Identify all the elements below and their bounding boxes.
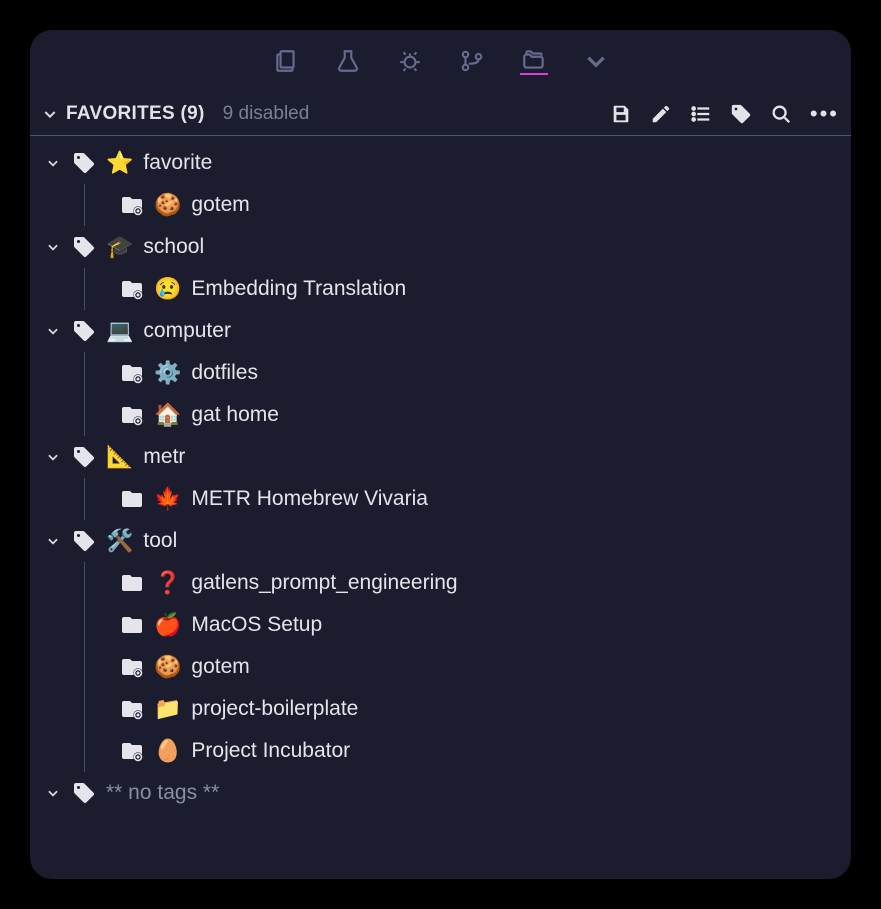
save-icon[interactable]	[610, 103, 632, 125]
section-title: FAVORITES (9)	[66, 103, 205, 125]
sidebar-panel: FAVORITES (9) 9 disabled ••• ⭐ favorite 🍪 g…	[30, 30, 851, 879]
collapse-tab-icon[interactable]	[582, 47, 610, 75]
project-emoji: 😢	[154, 278, 181, 300]
folder-icon	[120, 487, 144, 511]
search-icon[interactable]	[770, 103, 792, 125]
folders-tab-icon[interactable]	[520, 47, 548, 75]
folder-icon	[120, 739, 144, 763]
chevron-down-icon	[44, 156, 62, 170]
project-label: Embedding Translation	[191, 277, 406, 301]
chevron-down-icon	[44, 534, 62, 548]
tag-group-notags[interactable]: ** no tags **	[30, 772, 851, 814]
tag-emoji: 🛠️	[106, 530, 133, 552]
folder-icon	[120, 571, 144, 595]
folder-icon	[120, 613, 144, 637]
tag-icon	[72, 235, 96, 259]
project-emoji: 🏠	[154, 404, 181, 426]
project-emoji: 🥚	[154, 740, 181, 762]
tag-icon	[72, 781, 96, 805]
folder-icon	[120, 193, 144, 217]
section-chevron-icon[interactable]	[42, 106, 58, 122]
tag-label: computer	[143, 319, 231, 343]
project-label: METR Homebrew Vivaria	[191, 487, 428, 511]
project-emoji: 📁	[154, 698, 181, 720]
chevron-down-icon	[44, 324, 62, 338]
more-icon[interactable]: •••	[810, 101, 839, 127]
section-subtitle: 9 disabled	[223, 103, 310, 125]
folder-icon	[120, 277, 144, 301]
project-emoji: 🍁	[154, 488, 181, 510]
project-emoji: ❓	[154, 572, 181, 594]
project-label: dotfiles	[191, 361, 258, 385]
tag-group-school[interactable]: 🎓 school	[30, 226, 851, 268]
project-emoji: ⚙️	[154, 362, 181, 384]
project-item[interactable]: 🍎 MacOS Setup	[30, 604, 851, 646]
git-tab-icon[interactable]	[458, 47, 486, 75]
tag-emoji: ⭐	[106, 152, 133, 174]
project-label: gotem	[191, 193, 249, 217]
project-item[interactable]: 📁 project-boilerplate	[30, 688, 851, 730]
tag-emoji: 🎓	[106, 236, 133, 258]
project-emoji: 🍪	[154, 194, 181, 216]
top-toolbar	[30, 30, 851, 92]
tag-icon	[72, 151, 96, 175]
tag-group-computer[interactable]: 💻 computer	[30, 310, 851, 352]
section-header: FAVORITES (9) 9 disabled •••	[30, 92, 851, 136]
chevron-down-icon	[44, 786, 62, 800]
tag-icon	[72, 445, 96, 469]
project-item[interactable]: 🍪 gotem	[30, 646, 851, 688]
project-item[interactable]: ❓ gatlens_prompt_engineering	[30, 562, 851, 604]
tag-emoji: 💻	[106, 320, 133, 342]
project-label: MacOS Setup	[191, 613, 322, 637]
project-item[interactable]: 😢 Embedding Translation	[30, 268, 851, 310]
project-label: gotem	[191, 655, 249, 679]
tag-icon	[72, 529, 96, 553]
project-item[interactable]: 🥚 Project Incubator	[30, 730, 851, 772]
project-emoji: 🍪	[154, 656, 181, 678]
debug-tab-icon[interactable]	[396, 47, 424, 75]
tag-icon[interactable]	[730, 103, 752, 125]
project-label: gatlens_prompt_engineering	[191, 571, 457, 595]
project-item[interactable]: 🍁 METR Homebrew Vivaria	[30, 478, 851, 520]
list-icon[interactable]	[690, 103, 712, 125]
folder-icon	[120, 361, 144, 385]
science-tab-icon[interactable]	[334, 47, 362, 75]
tag-icon	[72, 319, 96, 343]
tag-label: metr	[143, 445, 185, 469]
explorer-tab-icon[interactable]	[272, 47, 300, 75]
folder-icon	[120, 403, 144, 427]
tag-group-tool[interactable]: 🛠️ tool	[30, 520, 851, 562]
project-emoji: 🍎	[154, 614, 181, 636]
project-label: Project Incubator	[191, 739, 350, 763]
tag-emoji: 📐	[106, 446, 133, 468]
folder-icon	[120, 697, 144, 721]
header-actions: •••	[610, 101, 839, 127]
project-item[interactable]: ⚙️ dotfiles	[30, 352, 851, 394]
tag-group-favorite[interactable]: ⭐ favorite	[30, 142, 851, 184]
chevron-down-icon	[44, 240, 62, 254]
tag-group-metr[interactable]: 📐 metr	[30, 436, 851, 478]
tag-label: school	[143, 235, 204, 259]
folder-icon	[120, 655, 144, 679]
tag-label: tool	[143, 529, 177, 553]
tag-label: ** no tags **	[106, 781, 219, 805]
chevron-down-icon	[44, 450, 62, 464]
favorites-tree: ⭐ favorite 🍪 gotem 🎓 school 😢 Embedding Transla…	[30, 136, 851, 879]
project-label: gat home	[191, 403, 279, 427]
edit-icon[interactable]	[650, 103, 672, 125]
project-item[interactable]: 🍪 gotem	[30, 184, 851, 226]
tag-label: favorite	[143, 151, 212, 175]
project-label: project-boilerplate	[191, 697, 358, 721]
project-item[interactable]: 🏠 gat home	[30, 394, 851, 436]
